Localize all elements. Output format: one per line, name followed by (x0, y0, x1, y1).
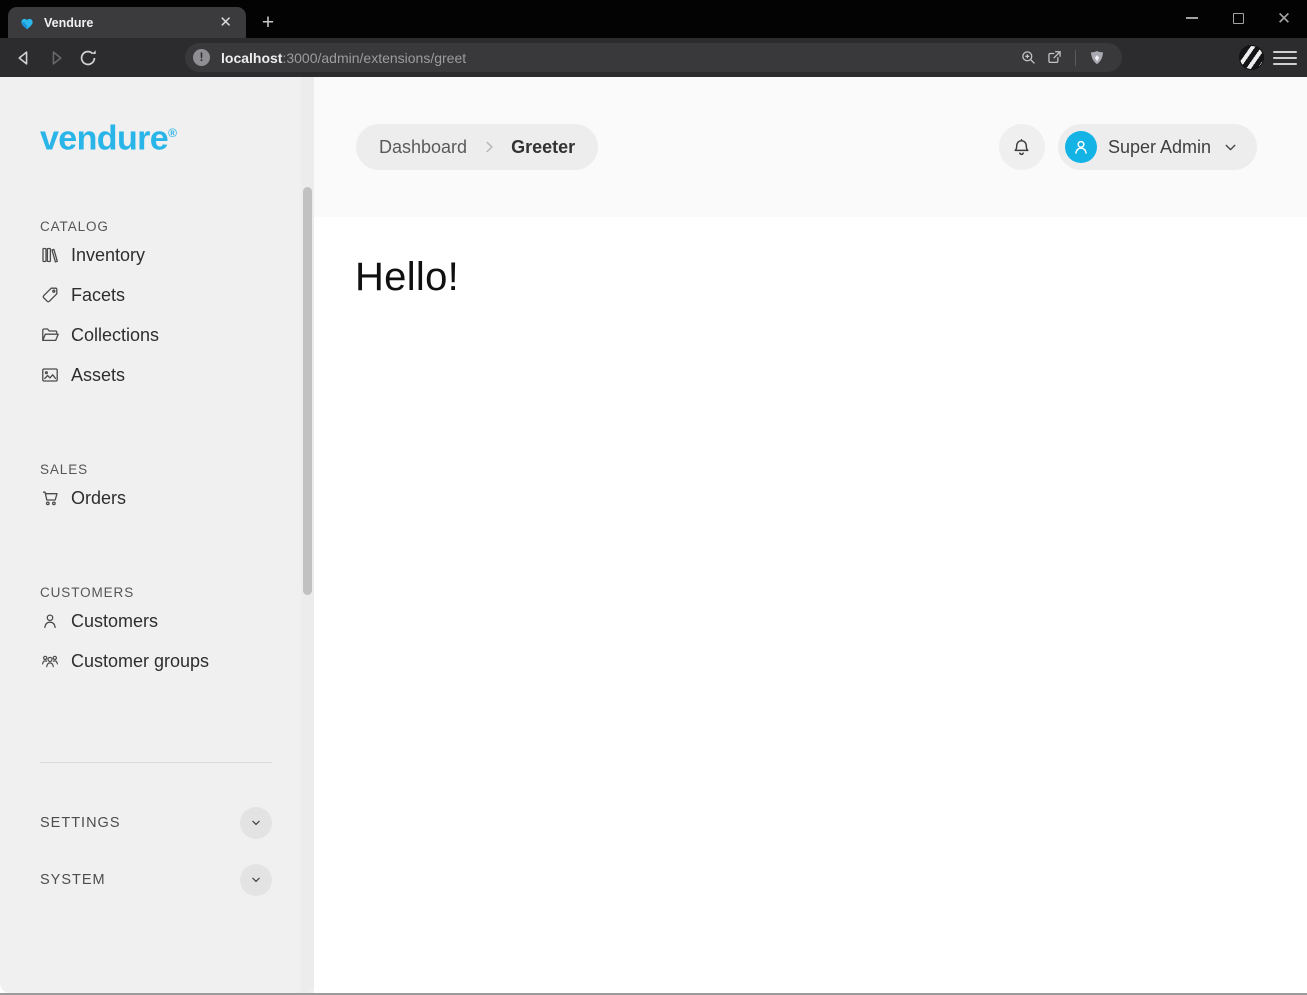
new-tab-button[interactable]: + (255, 10, 281, 36)
breadcrumb-dashboard[interactable]: Dashboard (379, 137, 467, 158)
avatar (1065, 131, 1097, 163)
browser-toolbar: ! localhost:3000/admin/extensions/greet (0, 38, 1307, 77)
chevron-right-icon (480, 138, 498, 156)
sidebar-section-system[interactable]: SYSTEM (40, 857, 272, 903)
url-host: localhost (221, 50, 282, 66)
breadcrumb: Dashboard Greeter (356, 124, 598, 170)
chevron-down-icon[interactable] (240, 807, 272, 839)
toolbar-divider (1075, 50, 1076, 66)
menu-icon[interactable] (1273, 46, 1297, 70)
sidebar-item-customers[interactable]: Customers (40, 601, 272, 641)
main-header: Dashboard Greeter (314, 77, 1307, 217)
reload-icon[interactable] (72, 42, 104, 74)
close-icon[interactable]: ✕ (1261, 0, 1307, 36)
library-icon (40, 245, 60, 265)
zoom-icon[interactable] (1015, 45, 1041, 71)
brave-shield-icon[interactable] (1084, 45, 1110, 71)
url-path: :3000/admin/extensions/greet (282, 50, 466, 66)
chevron-down-icon (1222, 139, 1239, 156)
maximize-icon[interactable] (1215, 0, 1261, 36)
tab-title: Vendure (44, 16, 215, 30)
nav-section-sales: SALES Orders (40, 462, 272, 518)
window-controls: ✕ (1169, 0, 1307, 36)
minimize-icon[interactable] (1169, 0, 1215, 36)
person-icon (1070, 136, 1092, 158)
browser-window: Vendure ✕ + ✕ ! localhost:3000/admin/ext… (0, 0, 1307, 995)
sidebar-section-settings[interactable]: SETTINGS (40, 800, 272, 846)
profile-avatar-icon[interactable] (1239, 45, 1264, 70)
nav-section-catalog: CATALOG Inventory (40, 219, 272, 395)
cart-icon (40, 488, 60, 508)
sidebar-item-facets[interactable]: Facets (40, 275, 272, 315)
page-viewport: vendure® CATALOG Inventory (0, 77, 1307, 993)
breadcrumb-greeter: Greeter (511, 137, 575, 158)
image-icon (40, 365, 60, 385)
section-heading: SALES (40, 462, 272, 478)
main-area: Dashboard Greeter (314, 77, 1307, 993)
close-icon[interactable]: ✕ (215, 13, 236, 32)
tab-bar: Vendure ✕ + ✕ (0, 0, 1307, 38)
vendure-heart-icon (19, 15, 35, 31)
url-text: localhost:3000/admin/extensions/greet (221, 50, 466, 66)
sidebar-scrollbar-thumb[interactable] (303, 187, 312, 595)
page-title: Hello! (355, 255, 1307, 300)
sidebar-item-orders[interactable]: Orders (40, 478, 272, 518)
site-info-icon[interactable]: ! (193, 49, 210, 66)
user-name: Super Admin (1108, 137, 1211, 158)
vendure-logo[interactable]: vendure® (40, 115, 176, 156)
sidebar-item-customer-groups[interactable]: Customer groups (40, 641, 272, 681)
tag-icon (40, 285, 60, 305)
sidebar-item-collections[interactable]: Collections (40, 315, 272, 355)
page-content: Hello! (314, 217, 1307, 993)
share-icon[interactable] (1041, 45, 1067, 71)
browser-tab[interactable]: Vendure ✕ (8, 7, 246, 38)
sidebar-item-inventory[interactable]: Inventory (40, 235, 272, 275)
user-icon (40, 611, 60, 631)
bell-icon (1010, 136, 1033, 159)
chevron-down-icon[interactable] (240, 864, 272, 896)
sidebar-item-assets[interactable]: Assets (40, 355, 272, 395)
users-icon (40, 651, 60, 671)
section-heading: CUSTOMERS (40, 585, 272, 601)
forward-icon[interactable] (40, 42, 72, 74)
registered-mark: ® (168, 126, 176, 140)
header-actions: Super Admin (999, 124, 1257, 170)
address-bar[interactable]: ! localhost:3000/admin/extensions/greet (185, 43, 1122, 72)
sidebar: vendure® CATALOG Inventory (0, 77, 314, 993)
notifications-button[interactable] (999, 124, 1045, 170)
nav-section-customers: CUSTOMERS Customers (40, 585, 272, 681)
folder-icon (40, 325, 60, 345)
user-menu-button[interactable]: Super Admin (1058, 124, 1257, 170)
section-heading: CATALOG (40, 219, 272, 235)
sidebar-divider (40, 762, 272, 763)
back-icon[interactable] (8, 42, 40, 74)
